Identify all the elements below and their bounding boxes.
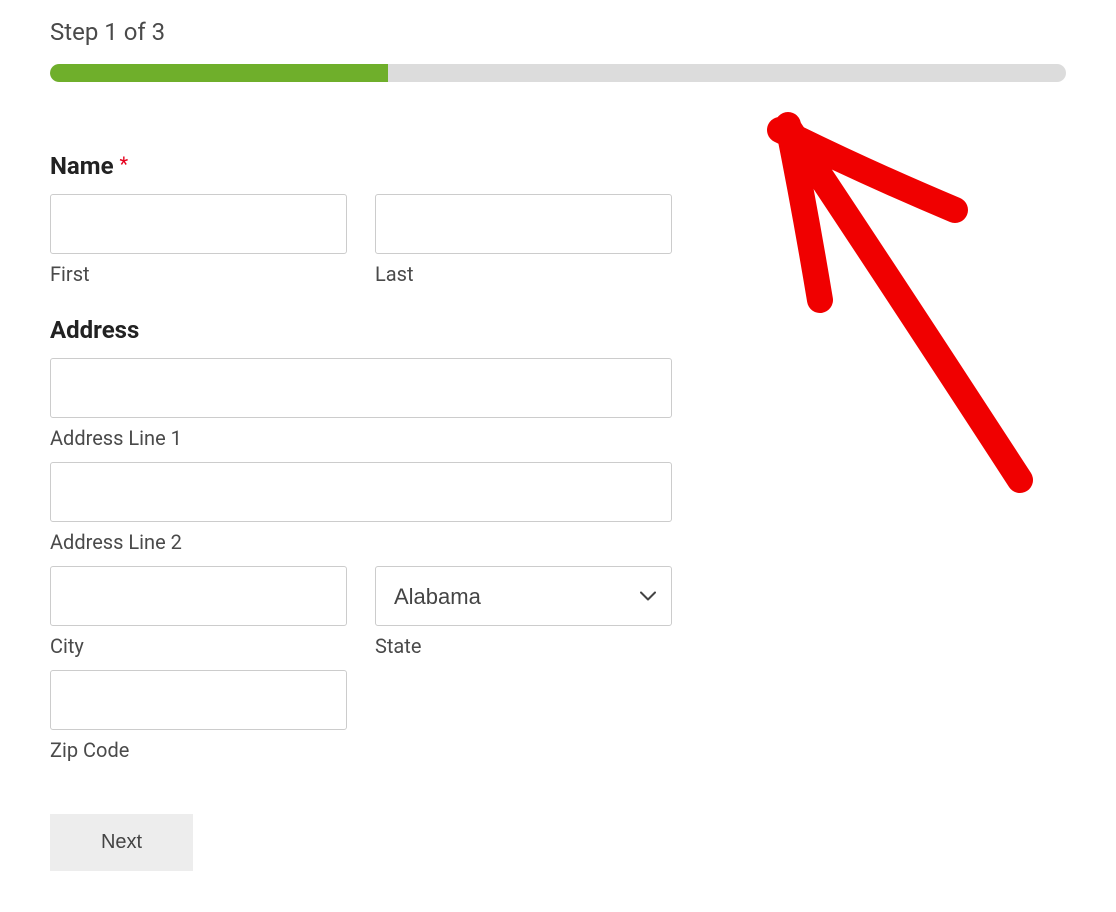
first-name-input[interactable] <box>50 194 347 254</box>
name-label: Name * <box>50 152 1066 180</box>
next-button[interactable]: Next <box>50 814 193 871</box>
zip-input[interactable] <box>50 670 347 730</box>
form-container: Step 1 of 3 Name * First Last Address Ad… <box>0 0 1116 901</box>
address-line2-input[interactable] <box>50 462 672 522</box>
address-field-group: Address Address Line 1 Address Line 2 Ci… <box>50 316 1066 762</box>
address-line2-sublabel: Address Line 2 <box>50 530 672 554</box>
city-sublabel: City <box>50 634 347 658</box>
step-indicator: Step 1 of 3 <box>50 18 1066 46</box>
first-name-sublabel: First <box>50 262 347 286</box>
state-sublabel: State <box>375 634 672 658</box>
progress-bar <box>50 64 1066 82</box>
progress-fill <box>50 64 388 82</box>
required-asterisk: * <box>120 152 129 176</box>
state-select[interactable]: Alabama <box>375 566 672 626</box>
address-label: Address <box>50 316 1066 344</box>
city-input[interactable] <box>50 566 347 626</box>
address-line1-sublabel: Address Line 1 <box>50 426 672 450</box>
name-field-group: Name * First Last <box>50 152 1066 286</box>
name-label-text: Name <box>50 152 114 180</box>
last-name-sublabel: Last <box>375 262 672 286</box>
zip-sublabel: Zip Code <box>50 738 347 762</box>
last-name-input[interactable] <box>375 194 672 254</box>
address-line1-input[interactable] <box>50 358 672 418</box>
